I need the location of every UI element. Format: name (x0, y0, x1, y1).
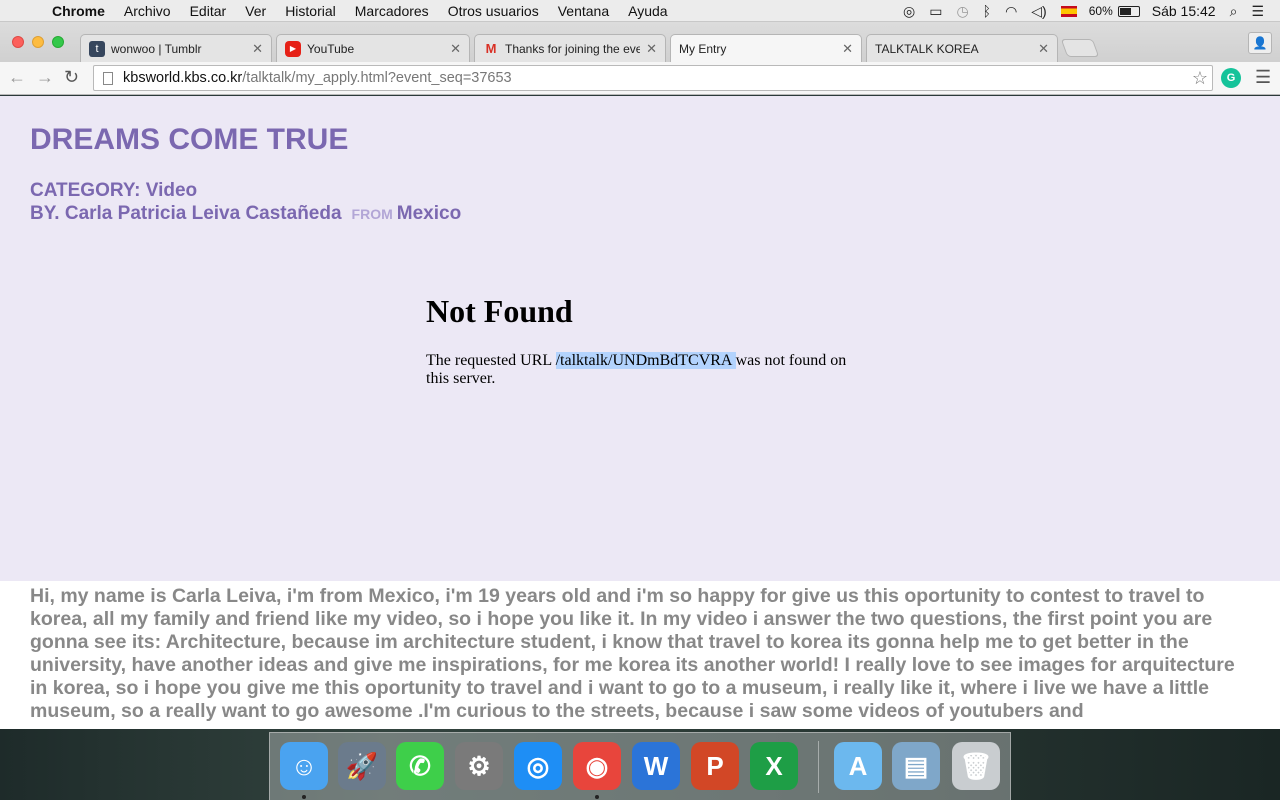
airplay-icon[interactable]: ▭ (929, 3, 942, 20)
error-message: The requested URL /talktalk/UNDmBdTCVRA … (426, 352, 866, 388)
dock: ☺ 🚀 ✆ ⚙ ◎ ◉ W P X A ▤ 🗑 (269, 732, 1011, 800)
tab-title: Thanks for joining the even (505, 41, 641, 56)
tab-gmail[interactable]: M Thanks for joining the even ✕ (474, 34, 666, 62)
entry-meta: CATEGORY: Video BY. Carla Patricia Leiva… (30, 179, 461, 226)
url-host: kbsworld.kbs.co.kr (123, 70, 243, 86)
embedded-error-frame: Not Found The requested URL /talktalk/UN… (426, 293, 866, 388)
gmail-icon: M (485, 41, 497, 56)
entry-author: BY. Carla Patricia Leiva Castañeda (30, 203, 342, 224)
input-source-flag-icon[interactable] (1060, 5, 1077, 17)
grammarly-status-icon[interactable]: ◎ (903, 3, 915, 20)
launchpad-icon[interactable]: 🚀 (338, 742, 386, 790)
window-minimize-button[interactable] (32, 36, 44, 48)
forward-arrow-icon[interactable]: → (36, 67, 54, 88)
tab-close-icon[interactable]: ✕ (842, 41, 853, 57)
menu-archivo[interactable]: Archivo (124, 3, 171, 19)
documents-folder-icon[interactable]: ▤ (892, 742, 940, 790)
menu-editar[interactable]: Editar (190, 3, 227, 19)
tab-my-entry[interactable]: My Entry ✕ (670, 34, 862, 145)
chrome-icon[interactable]: ◉ (573, 742, 621, 790)
window-zoom-button[interactable] (52, 36, 64, 48)
tab-tumblr[interactable]: t wonwoo | Tumblr ✕ (80, 34, 272, 62)
url-path: /talktalk/my_apply.html?event_seq=37653 (242, 70, 512, 86)
menu-clock[interactable]: Sáb 15:42 (1152, 3, 1216, 19)
facetime-icon[interactable]: ✆ (396, 742, 444, 790)
tumblr-icon: t (89, 40, 105, 57)
youtube-icon: ▶ (285, 40, 301, 57)
tab-close-icon[interactable]: ✕ (450, 41, 461, 57)
new-tab-button[interactable] (1060, 39, 1100, 57)
entry-country: Mexico (396, 203, 462, 224)
battery-icon[interactable] (1117, 5, 1140, 17)
page-content: DREAMS COME TRUE CATEGORY: Video BY. Car… (0, 96, 1280, 729)
menu-ventana[interactable]: Ventana (558, 3, 609, 19)
reload-icon[interactable]: ↻ (64, 67, 79, 88)
volume-icon[interactable]: ◁) (1031, 3, 1046, 20)
word-icon[interactable]: W (632, 742, 680, 790)
tab-title: YouTube (307, 41, 355, 56)
error-heading: Not Found (426, 293, 573, 329)
trash-icon[interactable]: 🗑 (952, 742, 1000, 790)
tab-title: wonwoo | Tumblr (111, 41, 202, 56)
page-info-icon[interactable] (103, 71, 113, 85)
running-indicator (595, 795, 599, 799)
tab-talktalk-korea[interactable]: TALKTALK KOREA ✕ (866, 34, 1058, 145)
tab-close-icon[interactable]: ✕ (1038, 41, 1049, 57)
menu-otros-usuarios[interactable]: Otros usuarios (448, 3, 539, 19)
tab-close-icon[interactable]: ✕ (646, 41, 657, 57)
error-url-selected[interactable]: /talktalk/UNDmBdTCVRA (555, 352, 736, 369)
time-machine-icon[interactable]: ◷ (956, 3, 968, 20)
tab-title: TALKTALK KOREA (875, 41, 979, 56)
menu-ayuda[interactable]: Ayuda (628, 3, 667, 19)
applications-folder-icon[interactable]: A (834, 742, 882, 790)
entry-title: DREAMS COME TRUE (30, 123, 349, 156)
entry-description: Hi, my name is Carla Leiva, i'm from Mex… (30, 585, 1235, 722)
from-label: FROM (351, 206, 393, 222)
address-bar[interactable]: kbsworld.kbs.co.kr/talktalk/my_apply.htm… (93, 65, 1213, 91)
browser-toolbar: ← → ↻ kbsworld.kbs.co.kr/talktalk/my_app… (0, 62, 1280, 95)
menu-bar: Chrome Archivo Editar Ver Historial Marc… (0, 0, 1280, 22)
error-text-before: The requested URL (426, 352, 556, 369)
running-indicator (302, 795, 306, 799)
profile-icon[interactable]: 👤 (1248, 32, 1272, 54)
tab-title: My Entry (679, 42, 727, 56)
chrome-menu-icon[interactable]: ☰ (1255, 67, 1271, 88)
tab-strip: t wonwoo | Tumblr ✕ ▶ YouTube ✕ M Thanks… (0, 22, 1280, 145)
bookmark-star-icon[interactable]: ☆ (1192, 68, 1208, 89)
tab-close-icon[interactable]: ✕ (252, 41, 263, 57)
grammarly-extension-icon[interactable]: G (1221, 68, 1241, 88)
powerpoint-icon[interactable]: P (691, 742, 739, 790)
battery-percent: 60% (1088, 4, 1113, 18)
menu-ver[interactable]: Ver (245, 3, 266, 19)
entry-category: CATEGORY: Video (30, 180, 198, 201)
menu-marcadores[interactable]: Marcadores (355, 3, 429, 19)
tab-youtube[interactable]: ▶ YouTube ✕ (276, 34, 470, 62)
finder-icon[interactable]: ☺ (280, 742, 328, 790)
system-preferences-icon[interactable]: ⚙ (455, 742, 503, 790)
back-arrow-icon[interactable]: ← (8, 67, 26, 88)
entry-header-area: DREAMS COME TRUE CATEGORY: Video BY. Car… (0, 96, 1280, 581)
dock-separator (818, 741, 819, 793)
entry-author-line: BY. Carla Patricia Leiva Castañeda FROM Me… (30, 202, 461, 226)
bluetooth-icon[interactable]: ᛒ (983, 3, 991, 19)
excel-icon[interactable]: X (750, 742, 798, 790)
notification-center-icon[interactable]: ☰ (1251, 3, 1264, 20)
menu-historial[interactable]: Historial (285, 3, 336, 19)
safari-icon[interactable]: ◎ (514, 742, 562, 790)
spotlight-search-icon[interactable]: ⌕ (1230, 3, 1238, 20)
menu-app-chrome[interactable]: Chrome (52, 3, 105, 19)
wifi-icon[interactable]: ◠ (1005, 3, 1017, 20)
window-close-button[interactable] (12, 36, 24, 48)
